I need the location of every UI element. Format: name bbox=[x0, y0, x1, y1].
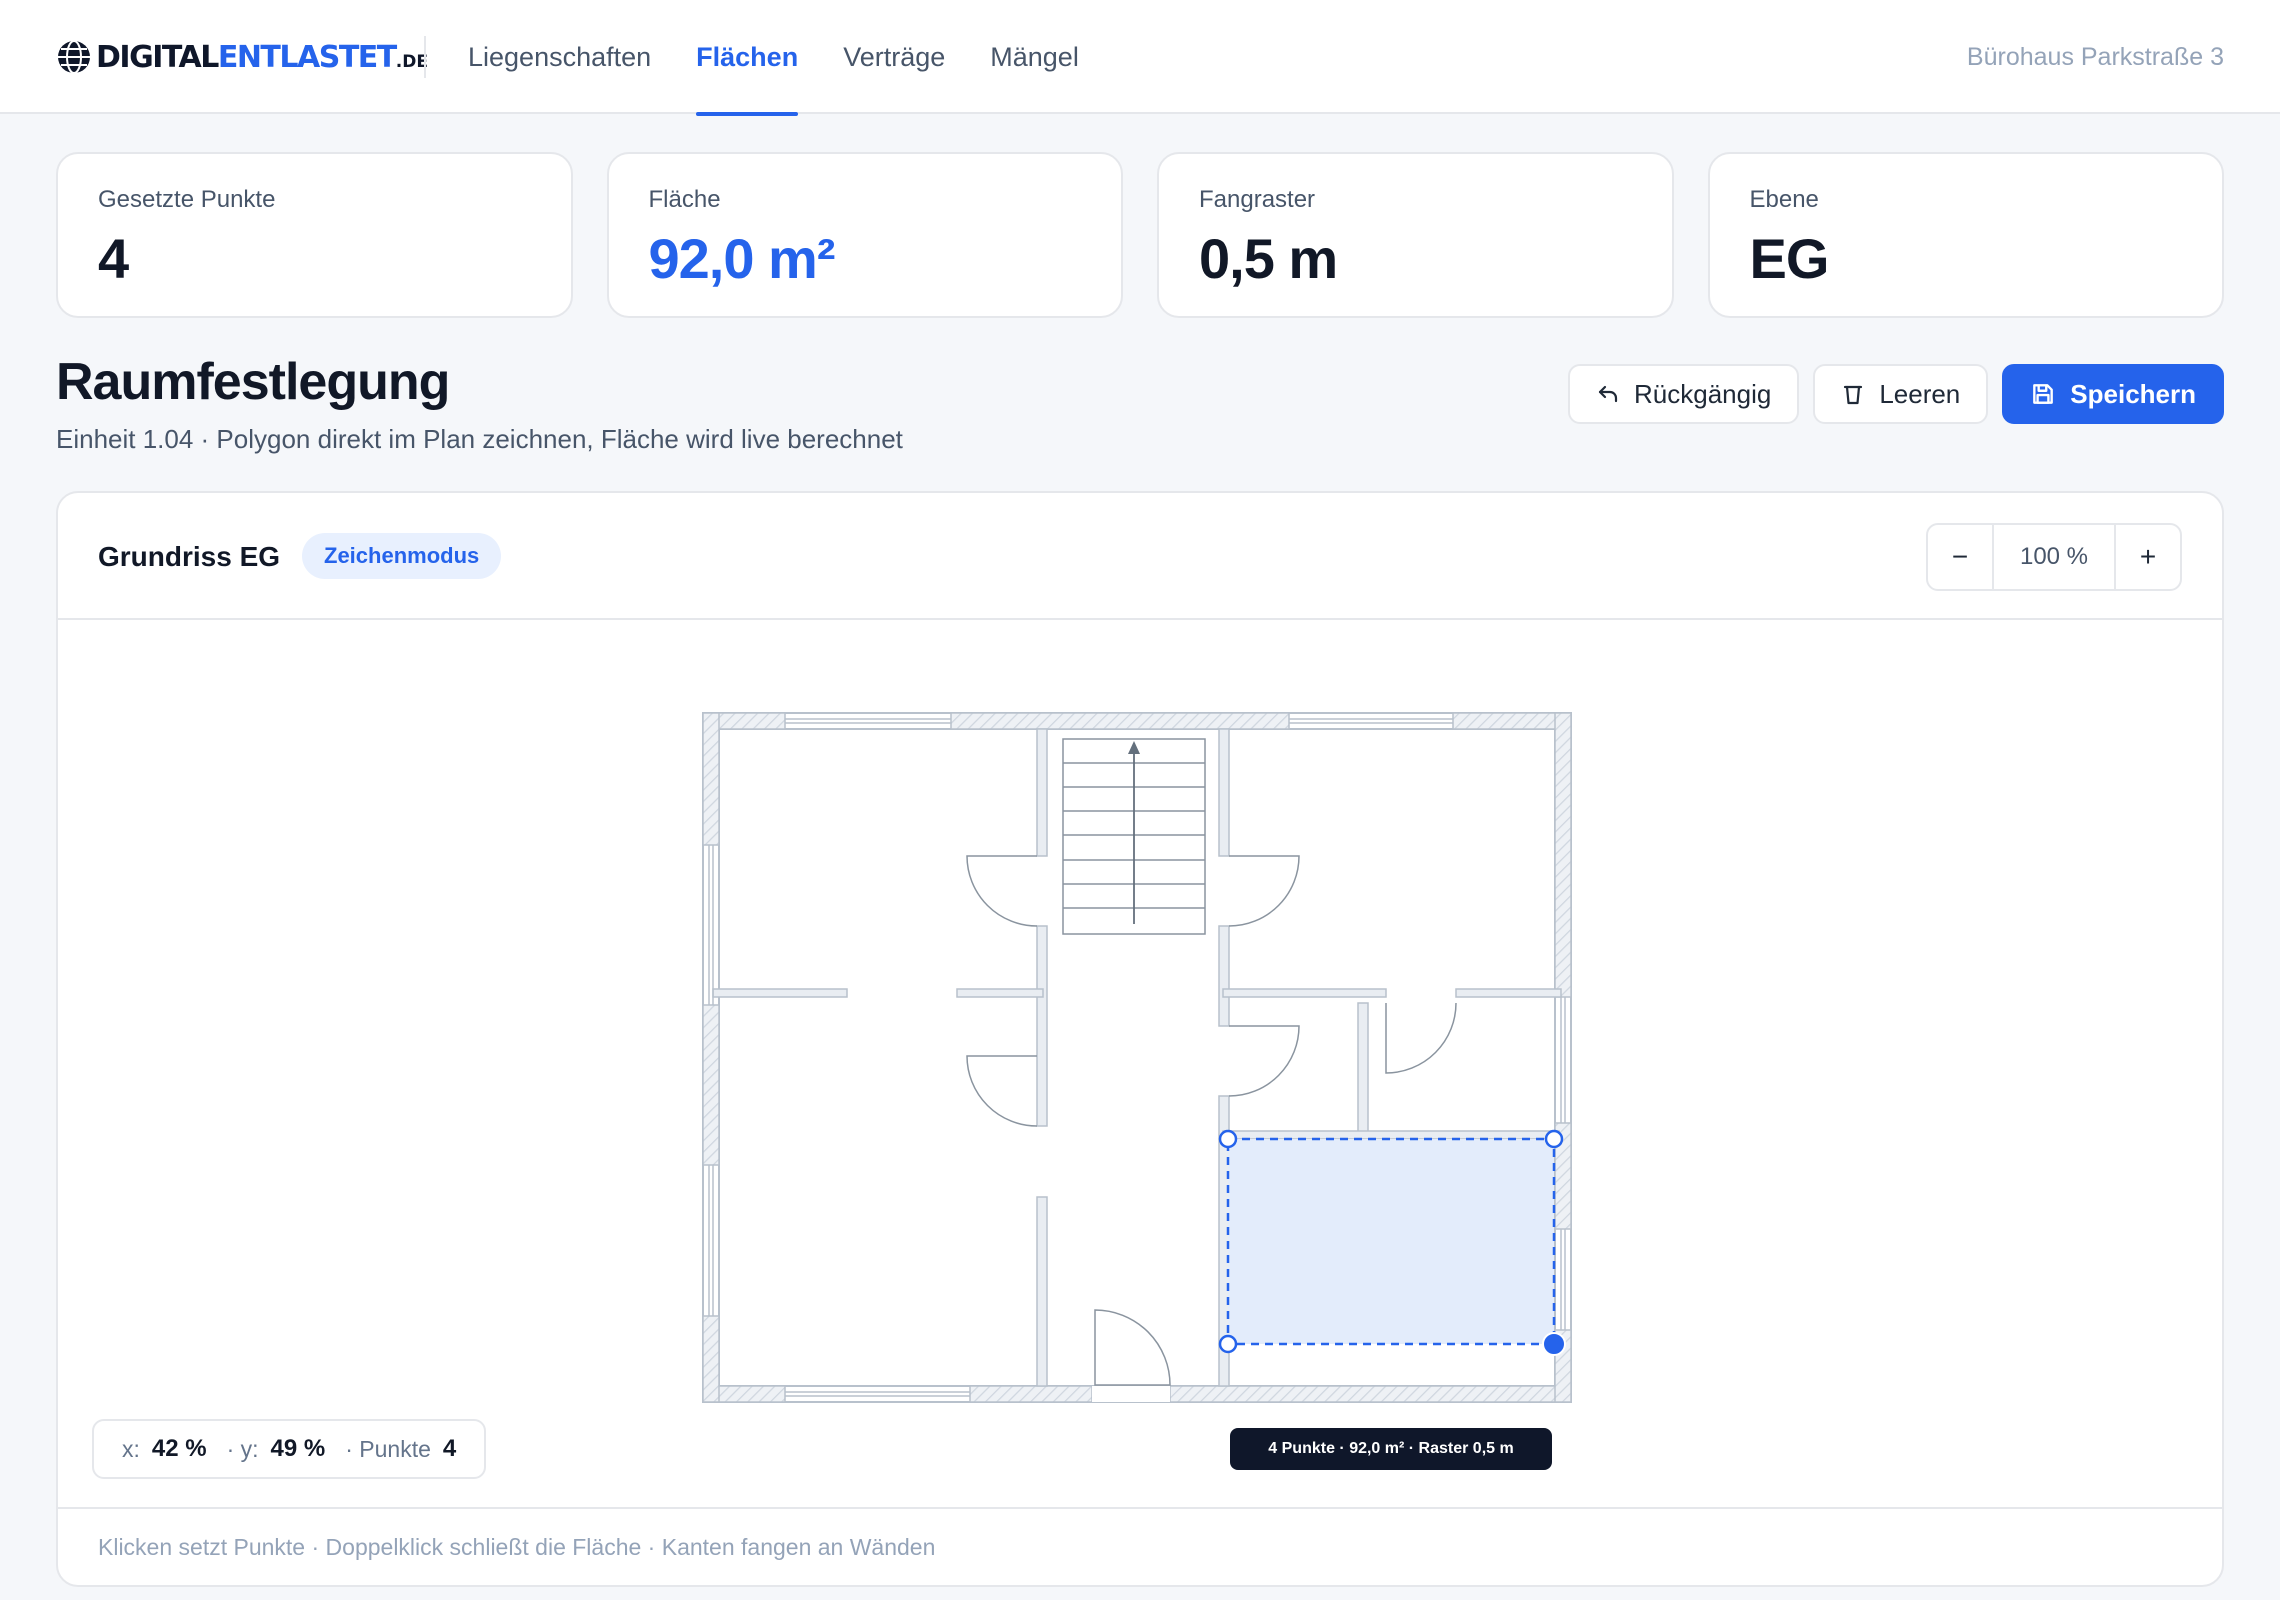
stat-value: EG bbox=[1749, 227, 1830, 290]
zoom-control: − 100 % + bbox=[1926, 523, 2182, 591]
x-label: x: bbox=[122, 1435, 140, 1462]
stat-value: 0,5 m bbox=[1199, 227, 1338, 290]
brand-logo[interactable]: DIGITALENTLASTET.DE bbox=[56, 38, 428, 76]
nav-item-liegenschaften[interactable]: Liegenschaften bbox=[468, 0, 651, 114]
floppy-disk-icon bbox=[2033, 384, 2054, 404]
trash-icon bbox=[1844, 385, 1863, 405]
action-toolbar: Rückgängig Leeren Speichern bbox=[1568, 364, 2224, 424]
nav-divider bbox=[424, 36, 426, 78]
cursor-coordinates: x: 42 % · y: 49 % · Punkte 4 bbox=[92, 1419, 487, 1479]
stat-card-snap-grid: Fangraster 0,5 m bbox=[1157, 152, 1674, 318]
panel-header: Grundriss EG Zeichenmodus − 100 % + bbox=[58, 493, 2222, 620]
undo-button[interactable]: Rückgängig bbox=[1568, 364, 1800, 424]
undo-arrow-icon bbox=[1598, 385, 1618, 403]
current-property: Bürohaus Parkstraße 3 bbox=[1966, 43, 2224, 71]
floor-plan-canvas[interactable] bbox=[58, 620, 2222, 1507]
stat-label: Ebene bbox=[1749, 186, 1819, 213]
drawing-hint: Klicken setzt Punkte · Doppelklick schli… bbox=[98, 1534, 936, 1560]
plan-title: Grundriss EG bbox=[98, 541, 281, 572]
x-value: 42 % bbox=[151, 1435, 207, 1462]
clear-button[interactable]: Leeren bbox=[1813, 364, 1989, 424]
nav-item-flaechen[interactable]: Flächen bbox=[696, 0, 799, 116]
clear-label: Leeren bbox=[1879, 378, 1961, 409]
y-value: 49 % bbox=[270, 1435, 326, 1462]
panel-footer: Klicken setzt Punkte · Doppelklick schli… bbox=[58, 1507, 2222, 1585]
floor-plan-panel: Grundriss EG Zeichenmodus − 100 % + x: 4… bbox=[56, 491, 2224, 1587]
zoom-out-button[interactable]: − bbox=[1928, 525, 1992, 589]
stats-row: Gesetzte Punkte 4 Fläche 92,0 m² Fangras… bbox=[56, 152, 2224, 318]
polygon-vertex[interactable] bbox=[1544, 1129, 1564, 1149]
points-label: · Punkte bbox=[345, 1435, 431, 1462]
stat-value: 4 bbox=[98, 227, 129, 290]
mode-badge: Zeichenmodus bbox=[302, 533, 502, 579]
stat-card-area: Fläche 92,0 m² bbox=[606, 152, 1123, 318]
globe-icon bbox=[58, 40, 90, 74]
y-label: · y: bbox=[226, 1435, 259, 1462]
save-label: Speichern bbox=[2070, 378, 2196, 409]
polygon-vertex[interactable] bbox=[1218, 1129, 1238, 1149]
area-selection-polygon[interactable] bbox=[1218, 1129, 1566, 1356]
stat-label: Gesetzte Punkte bbox=[98, 186, 276, 213]
plan-stairs bbox=[1062, 738, 1206, 935]
undo-label: Rückgängig bbox=[1634, 378, 1772, 409]
polygon-vertex-active[interactable] bbox=[1542, 1332, 1566, 1356]
top-navigation-bar: DIGITALENTLASTET.DE Liegenschaften Fläch… bbox=[0, 0, 2280, 116]
zoom-in-button[interactable]: + bbox=[2116, 525, 2180, 589]
polygon-tooltip: 4 Punkte · 92,0 m² · Raster 0,5 m bbox=[1230, 1428, 1552, 1470]
page-title: Raumfestlegung bbox=[56, 353, 450, 411]
brand-wordmark: DIGITALENTLASTET.DE bbox=[96, 39, 428, 75]
main-nav: Liegenschaften Flächen Verträge Mängel bbox=[468, 0, 1124, 116]
stat-value: 92,0 m² bbox=[648, 227, 836, 290]
stat-label: Fangraster bbox=[1199, 186, 1316, 213]
nav-item-vertraege[interactable]: Verträge bbox=[843, 0, 945, 114]
stat-label: Fläche bbox=[648, 186, 721, 213]
stat-card-level: Ebene EG bbox=[1707, 152, 2224, 318]
polygon-vertex[interactable] bbox=[1218, 1334, 1238, 1354]
save-button[interactable]: Speichern bbox=[2002, 364, 2224, 424]
zoom-level: 100 % bbox=[1992, 525, 2116, 589]
page-subtitle: Einheit 1.04 · Polygon direkt im Plan ze… bbox=[56, 424, 903, 454]
stat-card-points: Gesetzte Punkte 4 bbox=[56, 152, 573, 318]
nav-item-maengel[interactable]: Mängel bbox=[990, 0, 1079, 114]
points-value: 4 bbox=[442, 1435, 457, 1462]
